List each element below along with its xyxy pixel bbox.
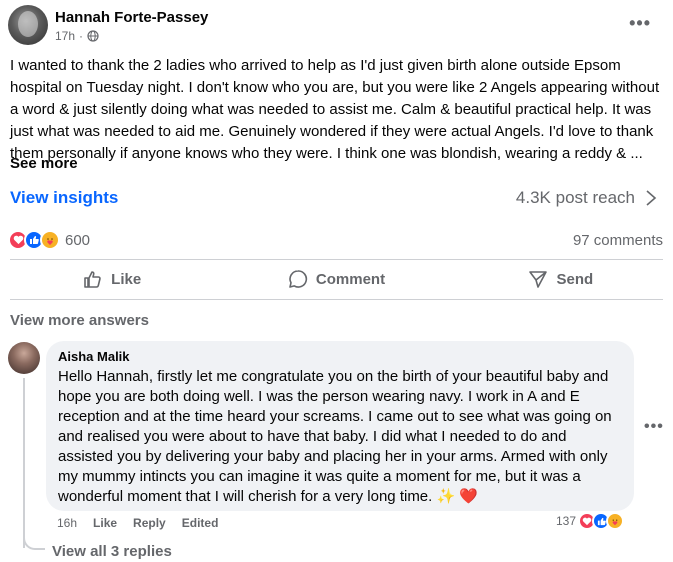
post-time[interactable]: 17h [55,29,75,43]
thread-line [23,378,25,548]
commenter-avatar[interactable] [8,342,40,374]
comment-body: Hello Hannah, firstly let me congratulat… [58,368,612,505]
chevron-right-icon [646,190,657,206]
comment-icon [289,270,308,288]
heart-emoji: ❤️ [459,488,479,505]
post-reactions[interactable]: 600 [8,230,90,250]
post-reach-label: 4.3K post reach [515,188,635,207]
care-reaction-icon [40,230,60,250]
post-more-icon[interactable]: ••• [629,13,651,34]
like-button[interactable]: Like [0,262,224,296]
divider [10,299,663,300]
comment-text: Hello Hannah, firstly let me congratulat… [58,367,622,507]
comment-bubble: Aisha Malik Hello Hannah, firstly let me… [46,341,634,511]
comments-count[interactable]: 97 comments [573,232,663,249]
comment-like-button[interactable]: Like [93,516,117,530]
comment-edited-label[interactable]: Edited [182,516,219,530]
post-author[interactable]: Hannah Forte-Passey [55,9,208,26]
see-more-link[interactable]: See more [10,155,78,172]
comment-label: Comment [315,270,386,288]
post-meta: 17h · [55,29,99,43]
sparkle-emoji: ✨ [436,488,456,505]
post-actions: Like Comment Send [0,262,673,296]
post-header: Hannah Forte-Passey 17h · ••• [8,5,665,47]
comment-reaction-count: 137 [556,514,577,528]
comment-time[interactable]: 16h [57,516,77,530]
view-more-answers-link[interactable]: View more answers [10,312,149,329]
comment-reply-button[interactable]: Reply [133,516,166,530]
like-label: Like [111,270,142,288]
comment-button[interactable]: Comment [224,262,448,296]
care-reaction-icon [606,512,625,530]
send-icon [529,271,548,288]
thumbs-up-icon [84,271,101,288]
divider [10,259,663,260]
thread-connector [23,530,45,550]
comment-author[interactable]: Aisha Malik [58,349,622,364]
comment-meta: 16h Like Reply Edited [57,516,218,530]
globe-icon [87,30,99,42]
author-avatar[interactable] [8,5,48,45]
view-insights-link[interactable]: View insights [10,188,118,208]
send-button[interactable]: Send [449,262,673,296]
comment-reactions[interactable]: 137 [556,512,625,530]
view-replies-link[interactable]: View all 3 replies [52,543,172,560]
reaction-count: 600 [65,231,91,249]
post-reach[interactable]: 4.3K post reach [516,188,657,208]
post-text: I wanted to thank the 2 ladies who arriv… [10,57,660,162]
comment-more-icon[interactable]: ••• [644,418,664,436]
meta-separator: · [79,29,84,43]
send-label: Send [556,270,594,288]
